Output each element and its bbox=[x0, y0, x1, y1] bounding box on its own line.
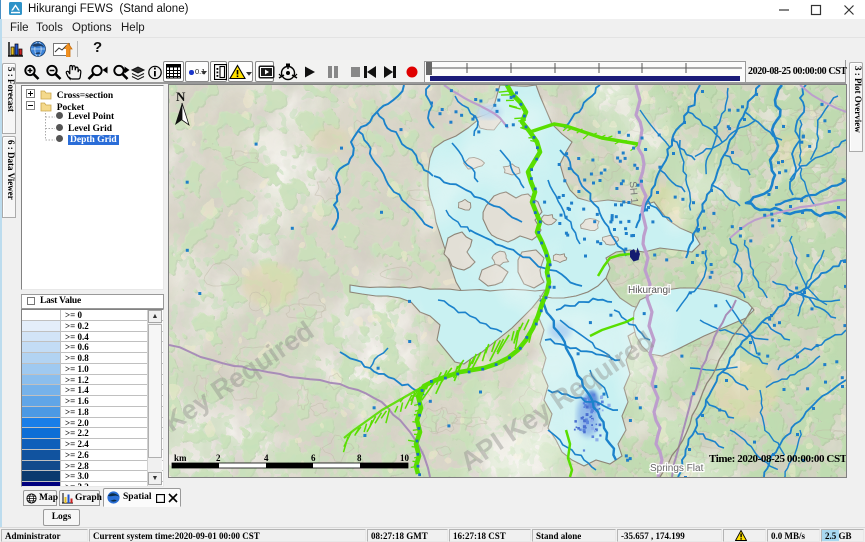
svg-text:Time: 2020-08-25 00:00:00 CST: Time: 2020-08-25 00:00:00 CST bbox=[709, 453, 846, 465]
svg-text:km: km bbox=[174, 453, 187, 463]
svg-text:4: 4 bbox=[264, 453, 269, 463]
svg-text:N: N bbox=[176, 89, 186, 104]
svg-text:2: 2 bbox=[216, 453, 221, 463]
svg-text:Springs Flat: Springs Flat bbox=[650, 463, 704, 474]
svg-text:SH 1: SH 1 bbox=[627, 181, 640, 205]
svg-text:10: 10 bbox=[400, 453, 410, 463]
svg-text:6: 6 bbox=[311, 453, 316, 463]
svg-text:Hikurangi: Hikurangi bbox=[628, 285, 670, 296]
svg-text:8: 8 bbox=[357, 453, 362, 463]
